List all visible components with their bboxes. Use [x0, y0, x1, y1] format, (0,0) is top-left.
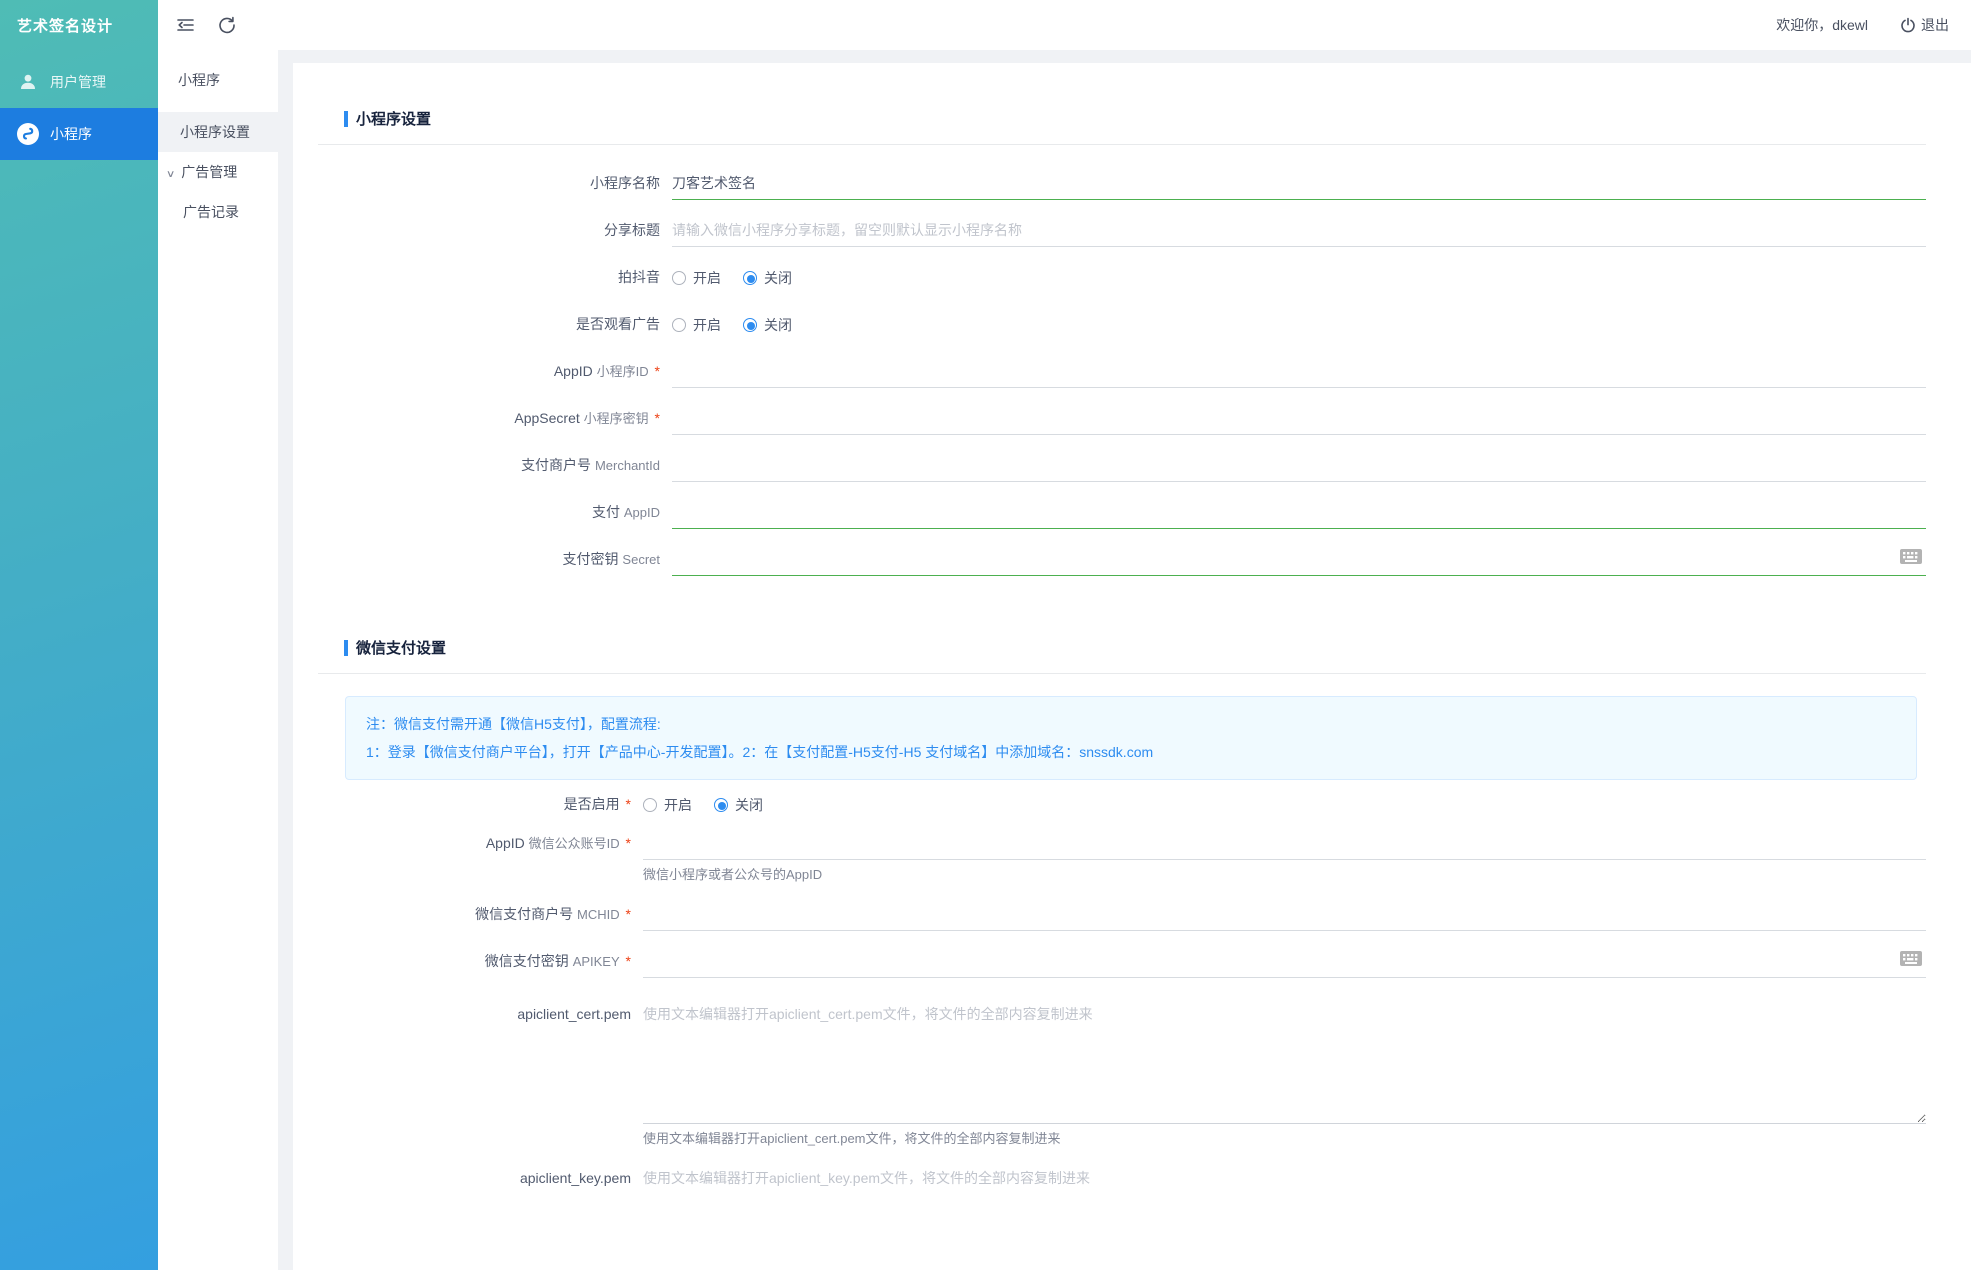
required-asterisk: * — [655, 363, 660, 379]
power-icon — [1900, 17, 1916, 33]
watch-ad-on-radio[interactable]: 开启 — [672, 315, 721, 335]
field-appid: AppID 小程序ID * — [318, 355, 1926, 388]
pay-secret-input[interactable] — [672, 543, 1926, 576]
note-line-1: 注：微信支付需开通【微信H5支付】，配置流程: — [366, 710, 1896, 738]
submenu-item-miniprogram[interactable]: 小程序 — [158, 62, 278, 98]
wechat-pay-note: 注：微信支付需开通【微信H5支付】，配置流程: 1：登录【微信支付商户平台】，打… — [345, 696, 1917, 780]
pay-enabled-off-radio[interactable]: 关闭 — [714, 795, 763, 815]
field-watch-ad: 是否观看广告 开启 关闭 — [318, 308, 1926, 341]
settings-card: 小程序设置 小程序名称 分享标题 拍抖音 — [293, 63, 1971, 1270]
pay-enabled-on-radio[interactable]: 开启 — [643, 795, 692, 815]
menu-fold-icon[interactable] — [174, 14, 196, 36]
section-title: 小程序设置 — [356, 108, 431, 129]
content-area: 小程序设置 小程序名称 分享标题 拍抖音 — [278, 50, 1971, 1270]
section-divider — [318, 144, 1926, 145]
apikey-input[interactable] — [643, 945, 1926, 978]
field-pay-enabled: 是否启用 * 开启 关闭 — [318, 788, 1926, 821]
apiclient-cert-textarea[interactable] — [643, 998, 1926, 1124]
section-accent-bar — [344, 111, 348, 127]
keyboard-icon[interactable] — [1900, 951, 1922, 972]
radio-circle-icon — [672, 318, 686, 332]
radio-circle-icon — [643, 798, 657, 812]
required-asterisk: * — [626, 796, 631, 812]
sidebar-item-users[interactable]: 用户管理 — [0, 56, 158, 108]
field-douyin: 拍抖音 开启 关闭 — [318, 261, 1926, 294]
submenu-item-ad-records[interactable]: 广告记录 — [158, 194, 278, 230]
wx-appid-help: 微信小程序或者公众号的AppID — [643, 866, 1926, 884]
field-appsecret: AppSecret 小程序密钥 * — [318, 402, 1926, 435]
field-pay-secret: 支付密钥 Secret — [318, 543, 1926, 576]
submenu-item-ad-management[interactable]: ∨ 广告管理 — [158, 154, 278, 193]
field-apiclient-key: apiclient_key.pem — [318, 1162, 1926, 1270]
apiclient-cert-help: 使用文本编辑器打开apiclient_cert.pem文件，将文件的全部内容复制… — [643, 1130, 1926, 1148]
section-accent-bar — [344, 640, 348, 656]
miniprogram-name-input[interactable] — [672, 167, 1926, 200]
section-header-wechat-pay-settings: 微信支付设置 — [344, 590, 1926, 658]
note-line-2: 1：登录【微信支付商户平台】，打开【产品中心-开发配置】。2：在【支付配置-H5… — [366, 738, 1896, 766]
douyin-on-radio[interactable]: 开启 — [672, 268, 721, 288]
watch-ad-off-radio[interactable]: 关闭 — [743, 315, 792, 335]
logout-label: 退出 — [1921, 15, 1949, 35]
sidebar: 艺术签名设计 用户管理 小程序 — [0, 0, 158, 1270]
appid-input[interactable] — [672, 355, 1926, 388]
field-wx-appid: AppID 微信公众账号ID * 微信小程序或者公众号的AppID — [318, 827, 1926, 884]
welcome-text: 欢迎你，dkewl — [1776, 15, 1868, 35]
radio-circle-icon — [743, 271, 757, 285]
mchid-input[interactable] — [643, 898, 1926, 931]
merchant-id-input[interactable] — [672, 449, 1926, 482]
field-mchid: 微信支付商户号 MCHID * — [318, 898, 1926, 931]
radio-circle-icon — [672, 271, 686, 285]
sidebar-item-label: 用户管理 — [50, 72, 106, 92]
logout-button[interactable]: 退出 — [1900, 15, 1949, 35]
required-asterisk: * — [626, 953, 631, 969]
miniprogram-icon — [15, 121, 41, 147]
admin-screen: 艺术签名设计 用户管理 小程序 — [0, 0, 1971, 1270]
miniprogram-settings-form: 小程序名称 分享标题 拍抖音 — [318, 167, 1926, 576]
field-apiclient-cert: apiclient_cert.pem 使用文本编辑器打开apiclient_ce… — [318, 998, 1926, 1148]
pay-appid-input[interactable] — [672, 496, 1926, 529]
share-title-input[interactable] — [672, 214, 1926, 247]
douyin-off-radio[interactable]: 关闭 — [743, 268, 792, 288]
sidebar-item-label: 小程序 — [50, 124, 92, 144]
submenu-item-miniprogram-settings[interactable]: 小程序设置 — [158, 112, 278, 152]
submenu: 小程序 小程序设置 ∨ 广告管理 广告记录 — [158, 50, 278, 1270]
radio-circle-icon — [714, 798, 728, 812]
topbar-right: 欢迎你，dkewl 退出 — [1776, 15, 1971, 35]
chevron-down-icon: ∨ — [166, 157, 176, 193]
sidebar-menu: 用户管理 小程序 — [0, 56, 158, 160]
sidebar-item-miniprogram[interactable]: 小程序 — [0, 108, 158, 160]
section-divider — [318, 673, 1926, 674]
field-pay-appid: 支付 AppID — [318, 496, 1926, 529]
field-merchant-id: 支付商户号 MerchantId — [318, 449, 1926, 482]
appsecret-input[interactable] — [672, 402, 1926, 435]
section-header-miniprogram-settings: 小程序设置 — [344, 63, 1926, 129]
field-share-title: 分享标题 — [318, 214, 1926, 247]
radio-circle-icon — [743, 318, 757, 332]
keyboard-icon[interactable] — [1900, 549, 1922, 570]
field-miniprogram-name: 小程序名称 — [318, 167, 1926, 200]
refresh-icon[interactable] — [216, 14, 238, 36]
required-asterisk: * — [655, 410, 660, 426]
user-icon — [15, 69, 41, 95]
field-apikey: 微信支付密钥 APIKEY * — [318, 945, 1926, 978]
apiclient-key-textarea[interactable] — [643, 1162, 1926, 1270]
wechat-pay-form: 是否启用 * 开启 关闭 — [318, 788, 1926, 1270]
required-asterisk: * — [626, 835, 631, 851]
topbar: 欢迎你，dkewl 退出 — [158, 0, 1971, 50]
wx-appid-input[interactable] — [643, 827, 1926, 860]
section-title: 微信支付设置 — [356, 637, 446, 658]
app-logo: 艺术签名设计 — [0, 0, 158, 50]
required-asterisk: * — [626, 906, 631, 922]
